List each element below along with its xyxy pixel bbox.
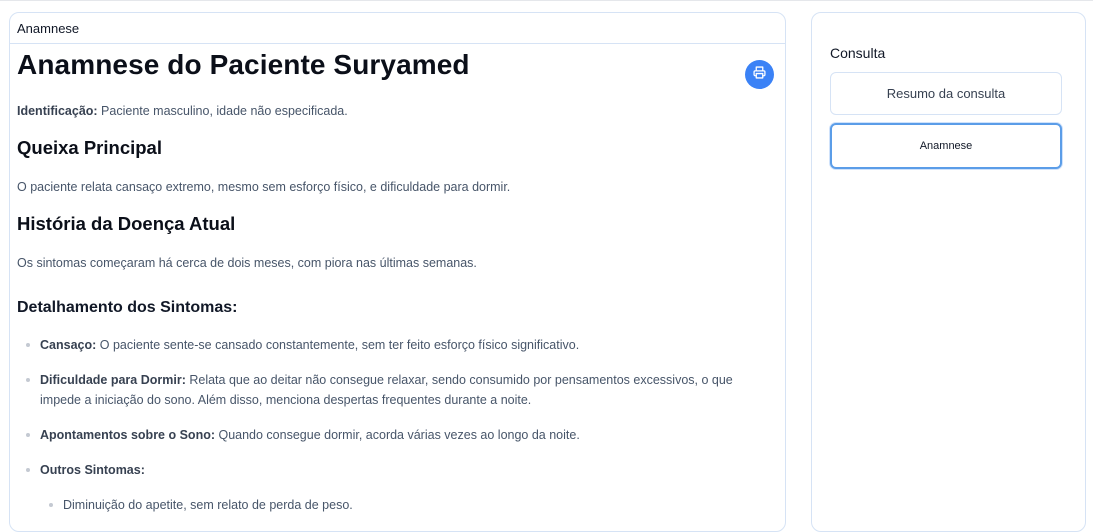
history-text: Os sintomas começaram há cerca de dois m… xyxy=(17,256,477,270)
symptom-label: Apontamentos sobre o Sono: xyxy=(40,428,215,442)
list-item: Dificuldade para Dormir: Relata que ao d… xyxy=(26,370,760,410)
panel-header: Anamnese xyxy=(10,13,785,44)
complaint-heading: Queixa Principal xyxy=(17,137,162,158)
print-button[interactable] xyxy=(745,60,774,89)
symptom-text: O paciente sente-se cansado constantemen… xyxy=(96,338,580,352)
bullet xyxy=(49,503,53,507)
symptom-label: Outros Sintomas: xyxy=(40,463,145,477)
list-item: Apontamentos sobre o Sono: Quando conseg… xyxy=(26,425,760,445)
identification-label: Identificação: xyxy=(17,104,98,118)
bullet xyxy=(26,343,30,347)
complaint-text: O paciente relata cansaço extremo, mesmo… xyxy=(17,180,511,194)
symptom-text: Quando consegue dormir, acorda várias ve… xyxy=(215,428,580,442)
sub-list-item: Diminuição do apetite, sem relato de per… xyxy=(49,495,783,515)
summary-button[interactable]: Resumo da consulta xyxy=(830,72,1062,115)
anamnese-button[interactable]: Anamnese xyxy=(830,123,1062,169)
anamnese-panel: Anamnese Anamnese do Paciente Suryamed I… xyxy=(9,12,786,532)
bullet xyxy=(26,433,30,437)
bullet xyxy=(26,468,30,472)
page-title: Anamnese do Paciente Suryamed xyxy=(17,49,470,80)
identification-line: Identificação: Paciente masculino, idade… xyxy=(17,104,348,118)
symptoms-heading: Detalhamento dos Sintomas: xyxy=(17,299,238,316)
history-heading: História da Doença Atual xyxy=(17,213,236,234)
top-divider xyxy=(0,0,1093,1)
bullet xyxy=(26,378,30,382)
sub-symptom-text: Diminuição do apetite, sem relato de per… xyxy=(63,498,353,512)
list-item: Outros Sintomas: xyxy=(26,460,760,480)
list-item: Cansaço: O paciente sente-se cansado con… xyxy=(26,335,760,355)
identification-text: Paciente masculino, idade não especifica… xyxy=(97,104,348,118)
sidebar-title: Consulta xyxy=(830,45,886,61)
printer-icon xyxy=(753,65,766,84)
symptom-label: Cansaço: xyxy=(40,338,97,352)
consulta-sidebar: Consulta Resumo da consulta Anamnese xyxy=(811,12,1086,532)
symptom-label: Dificuldade para Dormir: xyxy=(40,373,186,387)
